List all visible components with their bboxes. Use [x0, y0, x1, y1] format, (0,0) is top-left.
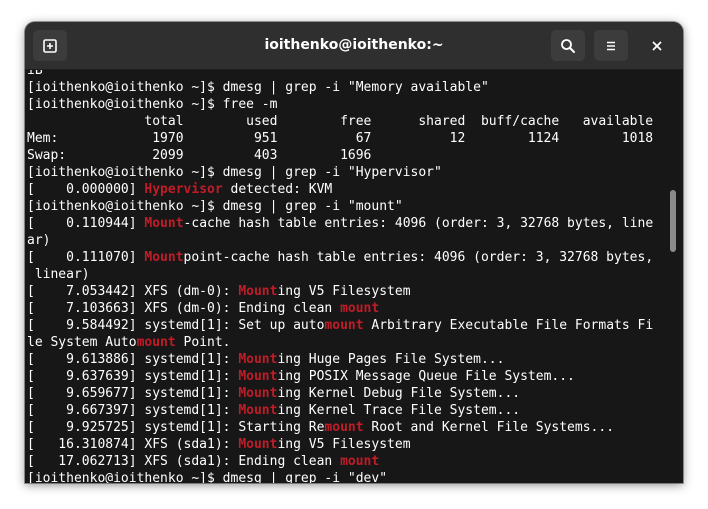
- terminal-line: Mem: 1970 951 67 12 1124 1018: [27, 130, 667, 147]
- terminal-text: iB [ioithenko@ioithenko ~]$ dmesg | grep …: [27, 70, 667, 483]
- terminal-text-segment: [ioithenko@ioithenko ~]$ dmesg | grep -i…: [27, 199, 403, 214]
- match-highlight: Mount: [238, 437, 278, 452]
- terminal-text-segment: ing Kernel Debug File System...: [277, 386, 521, 401]
- terminal-line: total used free shared buff/cache availa…: [27, 113, 667, 130]
- terminal-text-segment: [ 9.613886] systemd[1]:: [27, 352, 239, 367]
- terminal-line: [ 16.310874] XFS (sda1): Mounting V5 Fil…: [27, 436, 667, 453]
- terminal-text-segment: [ 9.659677] systemd[1]:: [27, 386, 239, 401]
- terminal-text-segment: [ 7.103663] XFS (dm-0): Ending clean: [27, 301, 341, 316]
- header-bar: ioithenko@ioithenko:~: [25, 22, 683, 70]
- terminal-text-segment: [ 0.110944]: [27, 216, 145, 231]
- terminal-text-segment: [ 17.062713] XFS (sda1): Ending clean: [27, 454, 341, 469]
- terminal-line: [ioithenko@ioithenko ~]$ dmesg | grep -i…: [27, 198, 667, 215]
- terminal-text-segment: -cache hash table entries: 4096 (order: …: [183, 216, 654, 231]
- terminal-text-segment: [ioithenko@ioithenko ~]$ dmesg | grep -i…: [27, 165, 442, 180]
- terminal-text-segment: linear): [27, 267, 90, 282]
- terminal-line: iB: [27, 70, 667, 79]
- terminal-text-segment: le System Auto: [27, 335, 137, 350]
- terminal-text-segment: [ 9.637639] systemd[1]:: [27, 369, 239, 384]
- terminal-line: [ioithenko@ioithenko ~]$ dmesg | grep -i…: [27, 470, 667, 483]
- match-highlight: mount: [136, 335, 176, 350]
- terminal-text-segment: detected: KVM: [222, 182, 333, 197]
- match-highlight: mount: [340, 454, 380, 469]
- terminal-text-segment: [ 0.000000]: [27, 182, 145, 197]
- terminal-line: [ 9.925725] systemd[1]: Starting Remount…: [27, 419, 667, 436]
- terminal-text-segment: Root and Kernel File Systems...: [363, 420, 615, 435]
- hamburger-menu-icon: [607, 41, 615, 50]
- terminal-line: [ 7.103663] XFS (dm-0): Ending clean mou…: [27, 300, 667, 317]
- terminal-line: [ 9.584492] systemd[1]: Set up automount…: [27, 317, 667, 334]
- terminal-text-segment: ar): [27, 233, 51, 248]
- match-highlight: Mount: [238, 386, 278, 401]
- search-icon: [561, 38, 575, 53]
- menu-button[interactable]: [594, 30, 628, 61]
- scrollbar-thumb[interactable]: [670, 190, 676, 252]
- terminal-line: ar): [27, 232, 667, 249]
- new-tab-icon: [43, 38, 57, 53]
- match-highlight: Mount: [144, 216, 184, 231]
- terminal-text-segment: ing V5 Filesystem: [277, 284, 411, 299]
- terminal-line: [ 7.053442] XFS (dm-0): Mounting V5 File…: [27, 283, 667, 300]
- terminal-line: [ioithenko@ioithenko ~]$ free -m: [27, 96, 667, 113]
- match-highlight: Mount: [144, 250, 184, 265]
- close-icon: [652, 41, 661, 50]
- terminal-text-segment: [ioithenko@ioithenko ~]$ dmesg | grep -i…: [27, 471, 388, 483]
- terminal-text-segment: [ 16.310874] XFS (sda1):: [27, 437, 239, 452]
- terminal-line: [ 9.613886] systemd[1]: Mounting Huge Pa…: [27, 351, 667, 368]
- terminal-line: [ 0.111070] Mountpoint-cache hash table …: [27, 249, 667, 266]
- terminal-line: [ioithenko@ioithenko ~]$ dmesg | grep -i…: [27, 79, 667, 96]
- match-highlight: Mount: [238, 403, 278, 418]
- terminal-text-segment: total used free shared buff/cache availa…: [27, 114, 654, 129]
- terminal-text-segment: ing V5 Filesystem: [277, 437, 411, 452]
- new-tab-button[interactable]: [33, 30, 67, 61]
- terminal-text-segment: [ 0.111070]: [27, 250, 145, 265]
- terminal-line: [ 0.110944] Mount-cache hash table entri…: [27, 215, 667, 232]
- terminal-window: ioithenko@ioithenko:~ iB [ioithenko@ioith…: [25, 22, 683, 483]
- terminal-line: [ 9.667397] systemd[1]: Mounting Kernel …: [27, 402, 667, 419]
- terminal-text-segment: [ 9.584492] systemd[1]: Set up auto: [27, 318, 325, 333]
- terminal-line: [ 9.659677] systemd[1]: Mounting Kernel …: [27, 385, 667, 402]
- terminal-text-segment: [ 7.053442] XFS (dm-0):: [27, 284, 239, 299]
- terminal-text-segment: [ 9.667397] systemd[1]:: [27, 403, 239, 418]
- terminal-line: [ 0.000000] Hypervisor detected: KVM: [27, 181, 667, 198]
- terminal-output[interactable]: iB [ioithenko@ioithenko ~]$ dmesg | grep …: [27, 70, 667, 483]
- terminal-line: Swap: 2099 403 1696: [27, 147, 667, 164]
- terminal-line: [ioithenko@ioithenko ~]$ dmesg | grep -i…: [27, 164, 667, 181]
- terminal-text-segment: Swap: 2099 403 1696: [27, 148, 372, 163]
- terminal-text-segment: Point.: [175, 335, 231, 350]
- match-highlight: Mount: [238, 369, 278, 384]
- search-button[interactable]: [551, 30, 585, 61]
- terminal-text-segment: ing Huge Pages File System...: [277, 352, 505, 367]
- close-button[interactable]: [641, 30, 672, 61]
- terminal-text-segment: Arbitrary Executable File Formats Fi: [363, 318, 654, 333]
- match-highlight: mount: [324, 318, 364, 333]
- terminal-text-segment: Mem: 1970 951 67 12 1124 1018: [27, 131, 654, 146]
- terminal-text-segment: point-cache hash table entries: 4096 (or…: [183, 250, 654, 265]
- match-highlight: Hypervisor: [144, 182, 223, 197]
- terminal-line: [ 9.637639] systemd[1]: Mounting POSIX M…: [27, 368, 667, 385]
- terminal-text-segment: ing POSIX Message Queue File System...: [277, 369, 575, 384]
- match-highlight: mount: [340, 301, 380, 316]
- terminal-text-segment: [ 9.925725] systemd[1]: Starting Re: [27, 420, 325, 435]
- terminal-text-segment: ing Kernel Trace File System...: [277, 403, 521, 418]
- match-highlight: Mount: [238, 352, 278, 367]
- terminal-line: le System Automount Point.: [27, 334, 667, 351]
- terminal-line: linear): [27, 266, 667, 283]
- match-highlight: Mount: [238, 284, 278, 299]
- terminal-text-segment: iB: [27, 70, 43, 78]
- terminal-text-segment: [ioithenko@ioithenko ~]$ dmesg | grep -i…: [27, 80, 489, 95]
- terminal-line: [ 17.062713] XFS (sda1): Ending clean mo…: [27, 453, 667, 470]
- match-highlight: mount: [324, 420, 364, 435]
- terminal-text-segment: [ioithenko@ioithenko ~]$ free -m: [27, 97, 278, 112]
